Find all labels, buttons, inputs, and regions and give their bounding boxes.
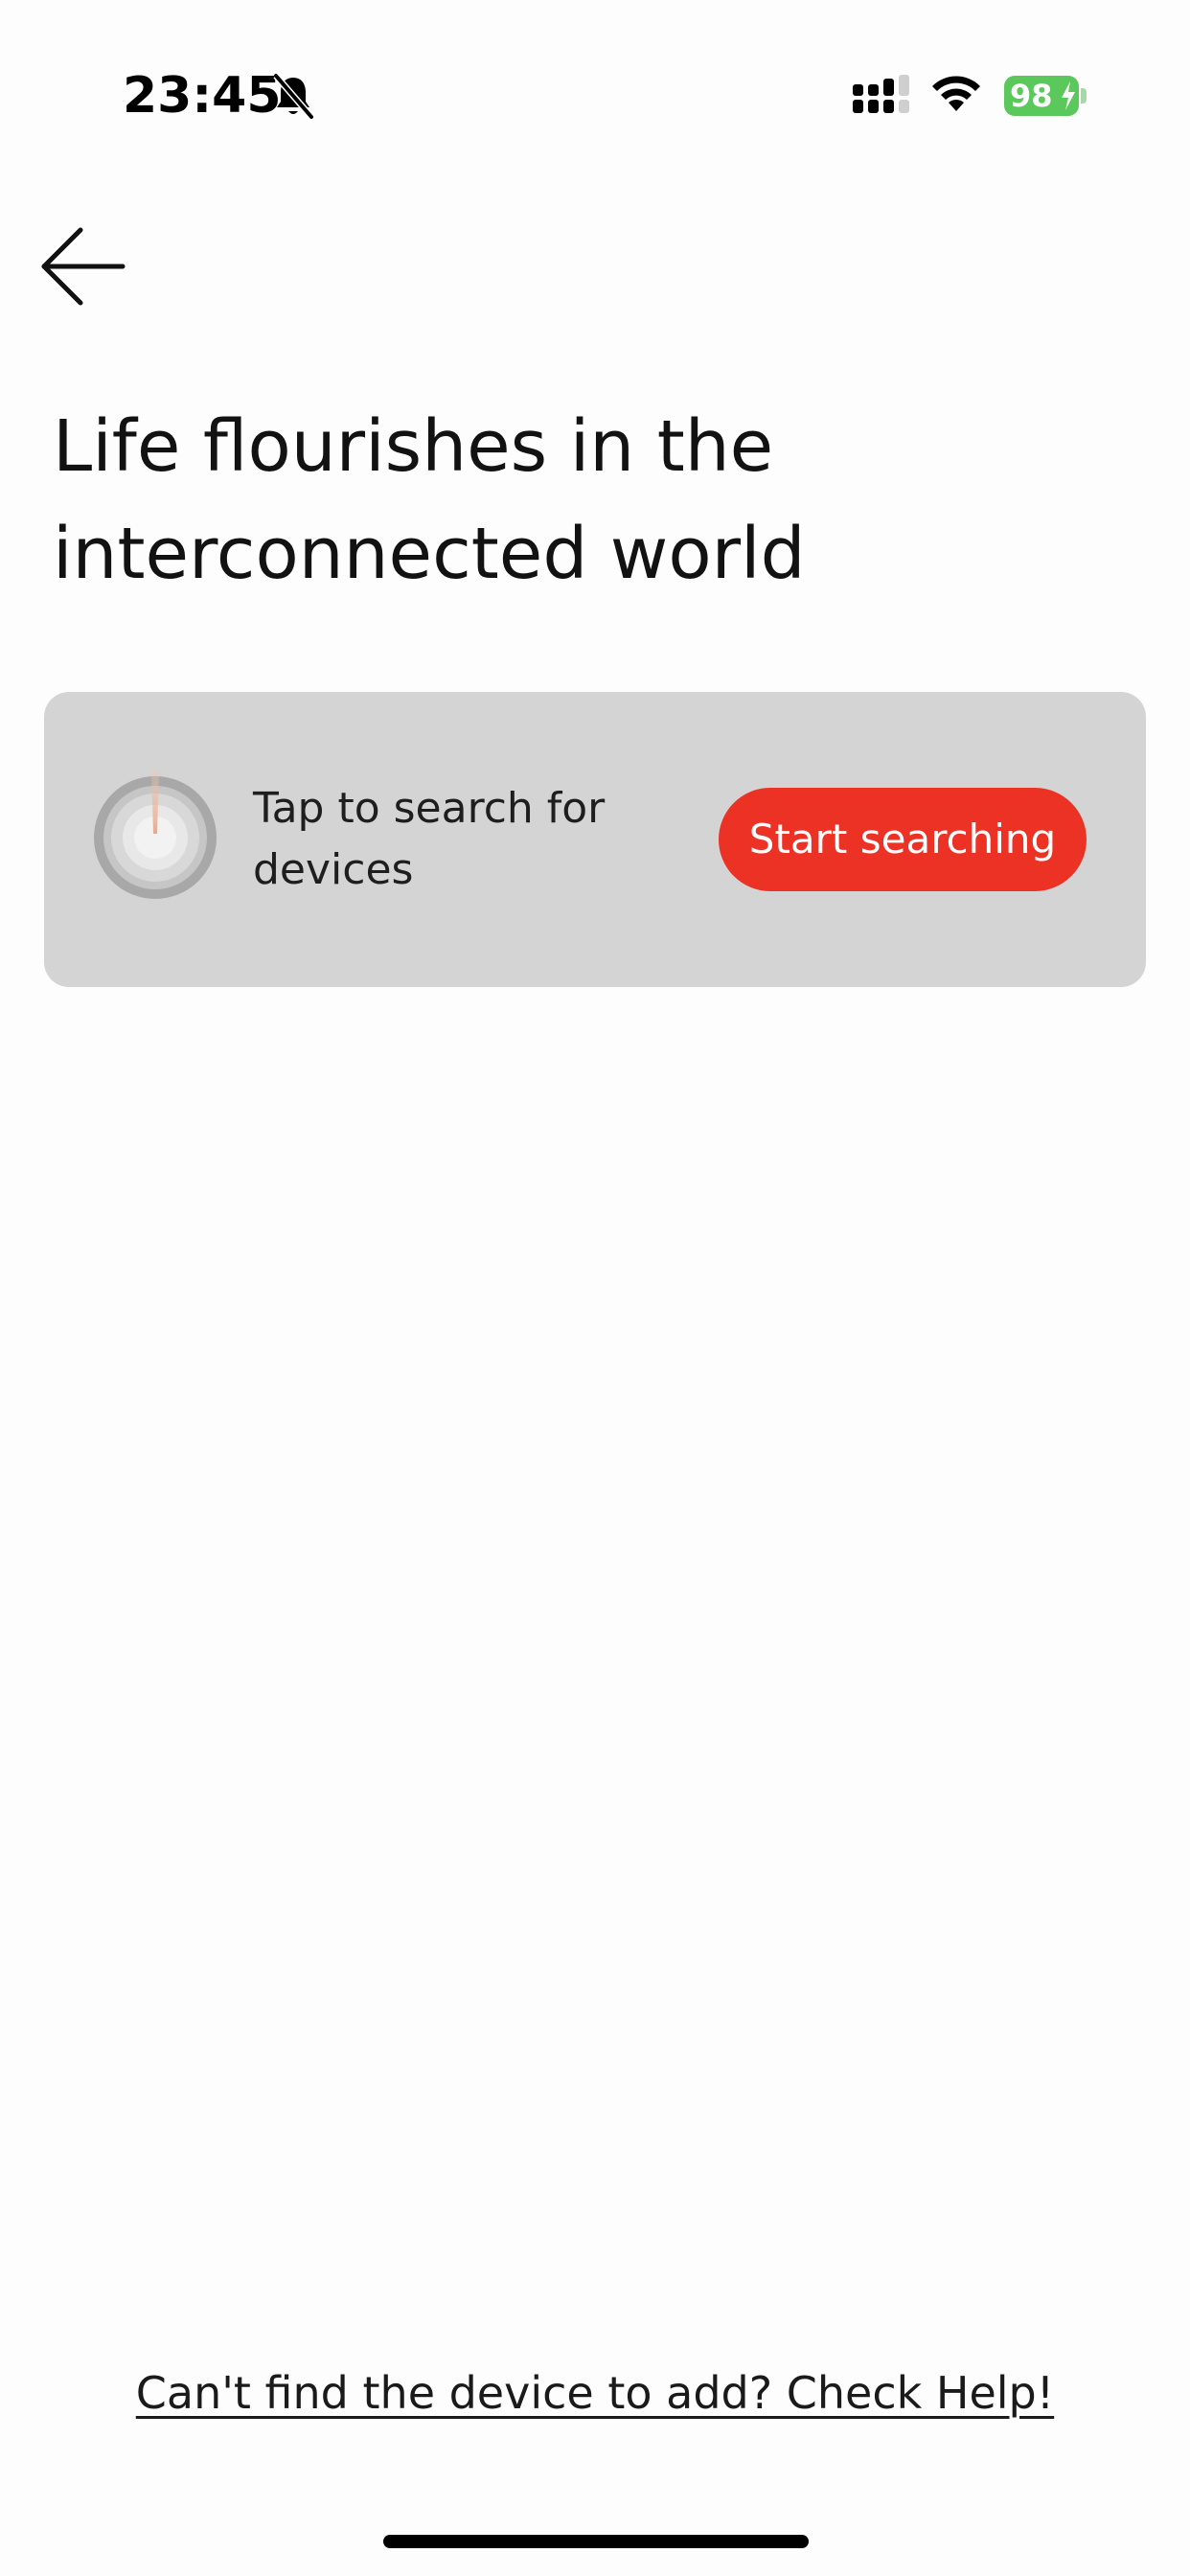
search-prompt-line-1: Tap to search for [253,784,606,833]
page-title-line-2: interconnected world [53,513,806,595]
signal-icon [853,75,909,113]
arrow-left-icon [41,227,126,306]
back-button[interactable] [38,226,130,307]
battery-level: 98 [1010,78,1053,114]
battery-charging-icon: 98 [1004,76,1087,116]
start-searching-button[interactable]: Start searching [719,788,1087,891]
home-indicator[interactable] [383,2535,809,2548]
bolt-icon [1062,81,1075,110]
status-time: 23:45 [123,67,282,125]
help-link[interactable]: Can't find the device to add? Check Help… [0,2367,1190,2419]
search-prompt-line-2: devices [253,845,414,894]
status-bar: 23:45 98 [0,0,1190,192]
bell-slash-icon [273,73,314,120]
wifi-icon [932,76,980,111]
search-prompt: Tap to search for devices [253,778,694,901]
page-title: Life flourishes in the interconnected wo… [53,393,1107,608]
page-title-line-1: Life flourishes in the [53,405,774,488]
search-card[interactable]: Tap to search for devices Start searchin… [44,692,1146,987]
radar-icon [94,770,217,899]
